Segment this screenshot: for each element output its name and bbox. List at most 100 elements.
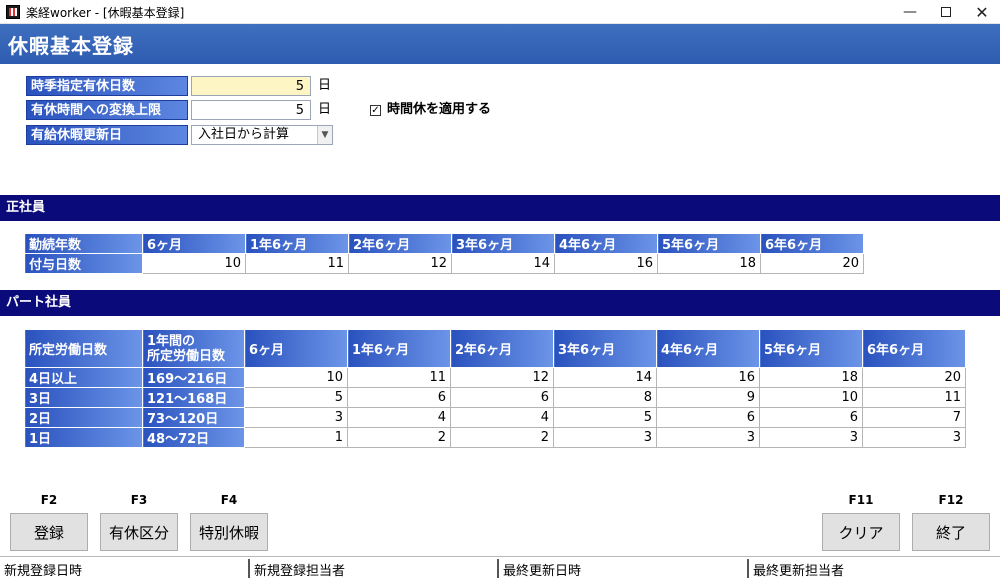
regular-days-cell[interactable]: 10 (142, 253, 246, 274)
part-days-cell[interactable]: 11 (862, 387, 966, 408)
part-col-header: 4年6ヶ月 (656, 329, 760, 368)
leave-type-button[interactable]: 有休区分 (100, 513, 178, 551)
hourly-limit-label: 有休時間への変換上限 (26, 100, 188, 120)
hourly-limit-unit: 日 (318, 102, 332, 117)
chevron-down-icon[interactable]: ▼ (317, 126, 332, 144)
window-title: 楽経worker - [休暇基本登録] (26, 6, 185, 20)
part-days-cell[interactable]: 16 (656, 367, 760, 388)
part-col-header: 6ヶ月 (244, 329, 348, 368)
exit-fkey-label: F12 (938, 493, 964, 507)
part-section-bar: パート社員 (0, 290, 1000, 316)
part-days-cell[interactable]: 12 (450, 367, 554, 388)
part-days-cell[interactable]: 3 (244, 407, 348, 428)
part-range-cell: 169～216日 (142, 367, 245, 388)
minimize-icon: — (903, 4, 917, 20)
close-button[interactable]: ✕ (964, 0, 1000, 24)
part-days-cell[interactable]: 3 (553, 427, 657, 448)
renewal-select[interactable]: 入社日から計算 ▼ (191, 125, 333, 145)
window-titlebar: 楽経worker - [休暇基本登録] — ✕ (0, 0, 1000, 24)
register-fkey-label: F2 (40, 493, 58, 507)
part-days-cell[interactable]: 18 (759, 367, 863, 388)
app-logo-icon (6, 5, 20, 19)
part-days-cell[interactable]: 6 (656, 407, 760, 428)
part-days-cell[interactable]: 5 (244, 387, 348, 408)
page-title: 休暇基本登録 (8, 34, 134, 58)
part-workdays-header: 所定労働日数 (24, 329, 143, 368)
table-row: 3日 121～168日 5 6 6 8 9 10 11 (24, 387, 966, 408)
regular-col-header: 4年6ヶ月 (554, 233, 658, 254)
status-created-by: 新規登録担当者 (254, 564, 346, 579)
regular-years-header: 勤続年数 (24, 233, 143, 254)
part-header-row: 所定労働日数 1年間の 所定労働日数 6ヶ月 1年6ヶ月 2年6ヶ月 3年6ヶ月… (24, 329, 966, 368)
seasonal-days-unit: 日 (318, 78, 332, 93)
part-days-cell[interactable]: 2 (450, 427, 554, 448)
part-annual-days-header-line2: 所定労働日数 (147, 348, 226, 364)
regular-days-cell[interactable]: 11 (245, 253, 349, 274)
close-icon: ✕ (975, 2, 989, 22)
exit-button[interactable]: 終了 (912, 513, 990, 551)
part-days-cell[interactable]: 4 (450, 407, 554, 428)
regular-days-row: 付与日数 10 11 12 14 16 18 20 (24, 253, 864, 274)
page-header: 休暇基本登録 (0, 24, 1000, 64)
leave-type-fkey-label: F3 (130, 493, 148, 507)
regular-days-cell[interactable]: 18 (657, 253, 761, 274)
regular-days-cell[interactable]: 20 (760, 253, 864, 274)
part-workdays-cell: 2日 (24, 407, 143, 428)
regular-grant-table: 勤続年数 6ヶ月 1年6ヶ月 2年6ヶ月 3年6ヶ月 4年6ヶ月 5年6ヶ月 6… (24, 233, 864, 274)
status-divider (497, 559, 499, 578)
regular-col-header: 1年6ヶ月 (245, 233, 349, 254)
part-days-cell[interactable]: 2 (347, 427, 451, 448)
part-days-cell[interactable]: 6 (759, 407, 863, 428)
clear-button[interactable]: クリア (822, 513, 900, 551)
hourly-checkbox[interactable]: ✓ (370, 104, 381, 116)
part-days-cell[interactable]: 3 (759, 427, 863, 448)
part-grant-table: 所定労働日数 1年間の 所定労働日数 6ヶ月 1年6ヶ月 2年6ヶ月 3年6ヶ月… (24, 329, 966, 448)
status-updated-by: 最終更新担当者 (753, 564, 845, 579)
minimize-button[interactable]: — (892, 0, 928, 24)
part-days-cell[interactable]: 10 (759, 387, 863, 408)
part-workdays-cell: 4日以上 (24, 367, 143, 388)
status-divider (248, 559, 250, 578)
part-days-cell[interactable]: 14 (553, 367, 657, 388)
part-annual-days-header-line1: 1年間の (147, 333, 196, 349)
status-bar: 新規登録日時 新規登録担当者 最終更新日時 最終更新担当者 (0, 556, 1000, 580)
special-leave-button[interactable]: 特別休暇 (190, 513, 268, 551)
part-days-cell[interactable]: 11 (347, 367, 451, 388)
part-days-cell[interactable]: 9 (656, 387, 760, 408)
status-updated-at: 最終更新日時 (503, 564, 582, 579)
part-days-cell[interactable]: 20 (862, 367, 966, 388)
regular-days-header: 付与日数 (24, 253, 143, 274)
part-days-cell[interactable]: 3 (656, 427, 760, 448)
status-divider (747, 559, 749, 578)
maximize-button[interactable] (928, 0, 964, 24)
register-button[interactable]: 登録 (10, 513, 88, 551)
part-days-cell[interactable]: 1 (244, 427, 348, 448)
hourly-limit-input[interactable] (191, 100, 311, 120)
part-col-header: 2年6ヶ月 (450, 329, 554, 368)
regular-header-row: 勤続年数 6ヶ月 1年6ヶ月 2年6ヶ月 3年6ヶ月 4年6ヶ月 5年6ヶ月 6… (24, 233, 864, 254)
part-days-cell[interactable]: 3 (862, 427, 966, 448)
table-row: 1日 48～72日 1 2 2 3 3 3 3 (24, 427, 966, 448)
part-days-cell[interactable]: 10 (244, 367, 348, 388)
table-row: 2日 73～120日 3 4 4 5 6 6 7 (24, 407, 966, 428)
part-col-header: 3年6ヶ月 (553, 329, 657, 368)
seasonal-days-input[interactable] (191, 76, 311, 96)
part-days-cell[interactable]: 6 (347, 387, 451, 408)
part-days-cell[interactable]: 7 (862, 407, 966, 428)
regular-days-cell[interactable]: 16 (554, 253, 658, 274)
seasonal-days-label: 時季指定有休日数 (26, 76, 188, 96)
regular-days-cell[interactable]: 14 (451, 253, 555, 274)
hourly-checkbox-row[interactable]: ✓ 時間休を適用する (370, 100, 491, 120)
part-days-cell[interactable]: 5 (553, 407, 657, 428)
part-days-cell[interactable]: 8 (553, 387, 657, 408)
part-annual-days-header: 1年間の 所定労働日数 (142, 329, 245, 368)
part-range-cell: 73～120日 (142, 407, 245, 428)
part-days-cell[interactable]: 4 (347, 407, 451, 428)
special-leave-fkey-label: F4 (220, 493, 238, 507)
regular-section-bar: 正社員 (0, 195, 1000, 221)
regular-days-cell[interactable]: 12 (348, 253, 452, 274)
regular-col-header: 5年6ヶ月 (657, 233, 761, 254)
part-days-cell[interactable]: 6 (450, 387, 554, 408)
part-col-header: 5年6ヶ月 (759, 329, 863, 368)
regular-col-header: 6年6ヶ月 (760, 233, 864, 254)
